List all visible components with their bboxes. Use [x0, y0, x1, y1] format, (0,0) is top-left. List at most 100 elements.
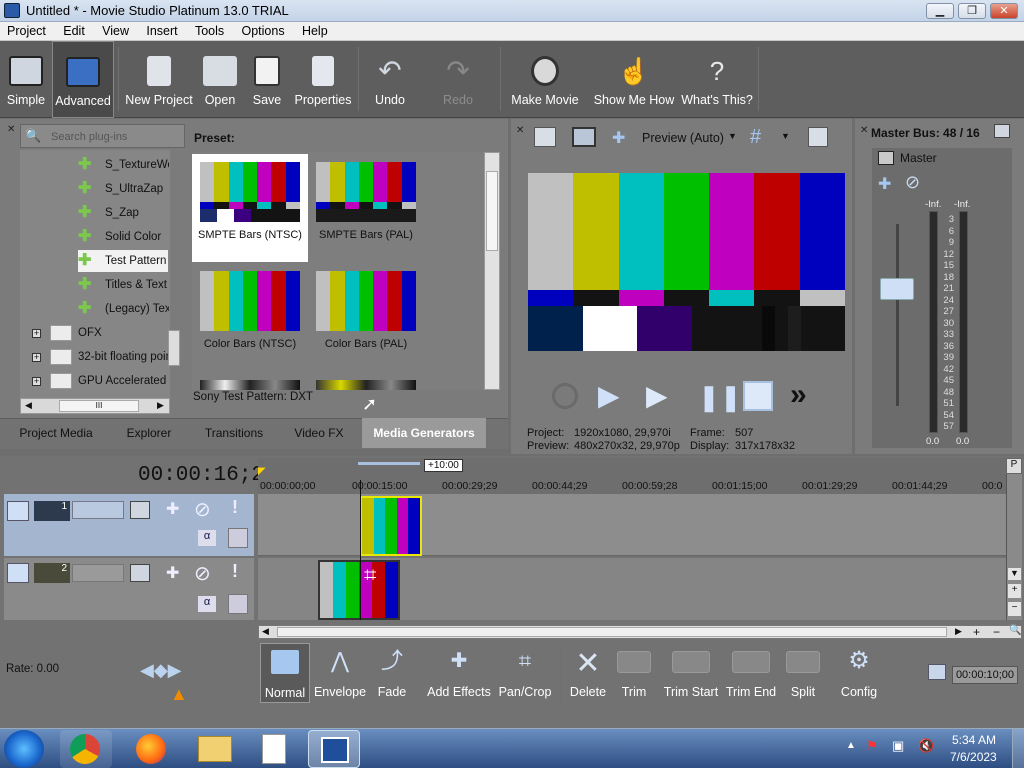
- save-button[interactable]: Save: [246, 41, 288, 118]
- preset-scrollbar[interactable]: [484, 152, 500, 390]
- taskbar-explorer[interactable]: [188, 730, 240, 768]
- network-icon[interactable]: ▣: [892, 738, 908, 754]
- make-movie-button[interactable]: Make Movie: [508, 41, 582, 118]
- trim-end-button[interactable]: Trim End: [724, 643, 778, 703]
- fade-tool[interactable]: ⤴ Fade: [370, 643, 414, 703]
- panel-close-icon[interactable]: ✕: [516, 125, 524, 136]
- taskbar-document[interactable]: [250, 730, 302, 768]
- rate-slider-icon[interactable]: ▲: [170, 684, 188, 705]
- whats-this-button[interactable]: ? What's This?: [680, 41, 754, 118]
- preset-thumbnail-partial[interactable]: [316, 380, 416, 390]
- tree-folder[interactable]: +32-bit floating poin: [20, 346, 190, 368]
- simple-button[interactable]: Simple: [2, 41, 50, 118]
- tree-folder[interactable]: + OFX: [20, 322, 190, 344]
- undo-button[interactable]: ↶ Undo: [366, 41, 414, 118]
- tree-item[interactable]: ✚ S_TextureWe: [78, 154, 169, 176]
- solo-icon[interactable]: !: [232, 497, 238, 518]
- show-me-how-button[interactable]: ☝ Show Me How: [592, 41, 676, 118]
- compositing-mode-icon[interactable]: α: [198, 530, 216, 546]
- properties-button[interactable]: Properties: [292, 41, 354, 118]
- search-input[interactable]: Search plug-ins: [51, 131, 127, 143]
- expand-icon[interactable]: +: [32, 353, 41, 362]
- menu-view[interactable]: View: [95, 22, 136, 38]
- panel-close-icon[interactable]: ✕: [7, 125, 17, 135]
- preview-quality-dropdown[interactable]: Preview (Auto): [642, 131, 724, 145]
- timeline-vertical-scrollbar[interactable]: ▼ + −: [1006, 474, 1022, 620]
- expand-icon[interactable]: +: [32, 329, 41, 338]
- chevron-down-icon[interactable]: ▼: [728, 131, 737, 141]
- split-screen-icon[interactable]: ✚: [612, 128, 625, 148]
- tree-item-selected[interactable]: ✚ Test Pattern: [78, 250, 168, 272]
- scroll-thumb[interactable]: [486, 171, 498, 251]
- panel-close-icon[interactable]: ✕: [860, 125, 868, 136]
- redo-button[interactable]: ↷ Redo: [434, 41, 482, 118]
- trim-button[interactable]: Trim: [612, 643, 656, 703]
- menu-insert[interactable]: Insert: [139, 22, 184, 38]
- scroll-right-icon[interactable]: ▶: [157, 400, 164, 411]
- copy-snapshot-icon[interactable]: [808, 127, 828, 147]
- split-button[interactable]: Split: [780, 643, 826, 703]
- scroll-thumb[interactable]: III: [59, 400, 139, 412]
- expand-icon[interactable]: +: [32, 377, 41, 386]
- fast-forward-icon[interactable]: »: [790, 378, 807, 412]
- scroll-down-icon[interactable]: ▼: [1008, 568, 1021, 580]
- tab-project-media[interactable]: Project Media: [10, 418, 102, 448]
- crop-icon[interactable]: ⌗: [364, 562, 376, 588]
- config-button[interactable]: ⚙ Config: [836, 643, 882, 703]
- advanced-button[interactable]: Advanced: [52, 41, 114, 118]
- master-pan-icon[interactable]: ✚: [878, 174, 891, 194]
- record-icon[interactable]: [552, 383, 578, 409]
- taskbar-firefox[interactable]: [124, 730, 176, 768]
- tree-item[interactable]: ✚ S_Zap: [78, 202, 168, 224]
- overlays-grid-icon[interactable]: #: [750, 127, 761, 147]
- track-header-2[interactable]: 2 ✚ ⊘ ! α: [4, 558, 254, 620]
- video-event-track2[interactable]: [318, 560, 400, 620]
- scroll-left-icon[interactable]: ◀: [262, 626, 269, 637]
- tab-video-fx[interactable]: Video FX: [282, 418, 356, 448]
- master-fader-handle[interactable]: [880, 278, 914, 300]
- loop-region[interactable]: [358, 462, 420, 465]
- zoom-tool-icon[interactable]: 🔍: [1009, 625, 1021, 636]
- clock-time[interactable]: 5:34 AM: [952, 733, 996, 747]
- mute-icon[interactable]: ⊘: [194, 497, 211, 522]
- track-motion-icon[interactable]: ✚: [166, 499, 179, 519]
- track-name-field[interactable]: [72, 501, 124, 519]
- preset-thumbnail[interactable]: SMPTE Bars (PAL): [308, 154, 424, 262]
- tree-item[interactable]: ✚ (Legacy) Tex: [78, 298, 169, 320]
- action-center-icon[interactable]: ⚑: [866, 738, 882, 754]
- maximize-button[interactable]: ❐: [958, 3, 986, 19]
- project-properties-icon[interactable]: [534, 127, 556, 147]
- menu-edit[interactable]: Edit: [56, 22, 92, 38]
- scroll-right-icon[interactable]: ▶: [955, 626, 962, 637]
- video-event-track1[interactable]: [360, 496, 422, 556]
- tab-transitions[interactable]: Transitions: [196, 418, 272, 448]
- zoom-out-icon[interactable]: −: [993, 625, 1000, 639]
- clock-date[interactable]: 7/6/2023: [950, 750, 997, 764]
- preset-thumbnail[interactable]: Color Bars (PAL): [308, 263, 424, 371]
- menu-help[interactable]: Help: [295, 22, 335, 38]
- tree-scrollbar[interactable]: [168, 330, 180, 366]
- playhead-line[interactable]: [360, 480, 361, 620]
- preset-thumbnail[interactable]: Color Bars (NTSC): [192, 263, 308, 371]
- preset-thumbnail-selected[interactable]: SMPTE Bars (NTSC): [192, 154, 308, 262]
- shuttle-control-icon[interactable]: ◀◆▶: [140, 660, 182, 681]
- play-icon[interactable]: ▶: [646, 380, 668, 412]
- tree-item[interactable]: ✚ S_UltraZap: [78, 178, 168, 200]
- open-button[interactable]: Open: [198, 41, 242, 118]
- track-fx-icon[interactable]: [130, 501, 150, 519]
- timeline-horizontal-scrollbar[interactable]: ◀ ▶ + − 🔍: [258, 625, 1022, 639]
- chevron-down-icon[interactable]: ▼: [781, 131, 790, 141]
- zoom-out-icon[interactable]: −: [1008, 602, 1021, 616]
- tab-explorer[interactable]: Explorer: [112, 418, 186, 448]
- bus-menu-icon[interactable]: [994, 124, 1010, 138]
- show-desktop-button[interactable]: [1012, 729, 1024, 768]
- mute-icon[interactable]: ⊘: [194, 561, 211, 586]
- stop-icon[interactable]: [743, 381, 773, 411]
- new-project-button[interactable]: New Project: [124, 41, 194, 118]
- pan-crop-button[interactable]: ⌗ Pan/Crop: [496, 643, 554, 703]
- trim-start-button[interactable]: Trim Start: [660, 643, 722, 703]
- volume-icon[interactable]: 🔇: [918, 738, 934, 754]
- zoom-in-icon[interactable]: +: [1008, 584, 1021, 598]
- delete-button[interactable]: ✕ Delete: [566, 643, 610, 703]
- scroll-thumb[interactable]: [277, 627, 947, 637]
